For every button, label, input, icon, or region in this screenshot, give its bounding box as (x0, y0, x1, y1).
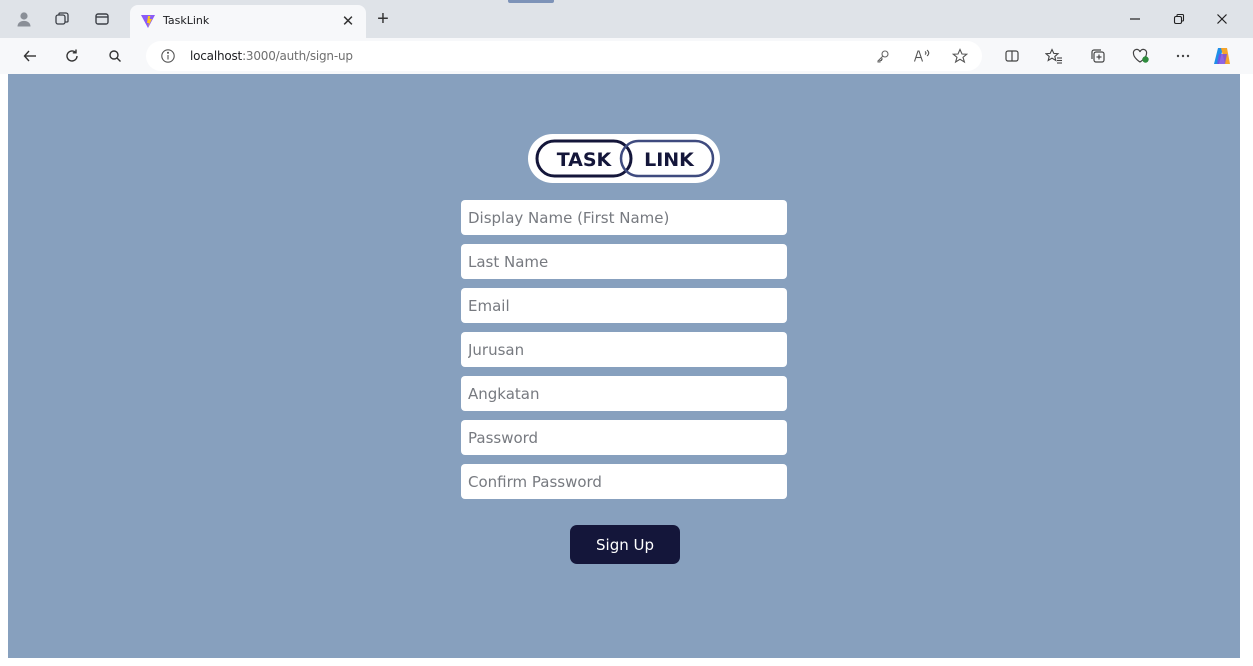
key-icon[interactable] (873, 46, 893, 66)
tasklink-logo: TASK LINK (527, 133, 721, 184)
close-icon[interactable]: ✕ (338, 11, 358, 31)
profile-icon[interactable] (14, 9, 34, 29)
password-field[interactable] (461, 420, 787, 455)
window-close-icon[interactable] (1207, 8, 1237, 30)
tab-strip-indicator (508, 0, 554, 3)
logo-link-text: LINK (644, 149, 695, 171)
logo-task-text: TASK (557, 149, 613, 171)
refresh-icon[interactable] (62, 46, 82, 66)
back-icon[interactable] (20, 46, 40, 66)
collections-icon[interactable] (1088, 46, 1108, 66)
last-name-field[interactable] (461, 244, 787, 279)
url-text[interactable]: localhost:3000/auth/sign-up (190, 49, 353, 63)
workspaces-icon[interactable] (52, 9, 72, 29)
info-icon[interactable] (160, 48, 176, 64)
sign-up-button[interactable]: Sign Up (570, 525, 680, 564)
read-aloud-icon[interactable] (912, 46, 932, 66)
more-icon[interactable] (1173, 46, 1193, 66)
display-name-field[interactable] (461, 200, 787, 235)
tab-actions-icon[interactable] (92, 9, 112, 29)
minimize-icon[interactable] (1120, 8, 1150, 30)
browser-tab-bar: TaskLink ✕ + (0, 0, 1253, 38)
angkatan-field[interactable] (461, 376, 787, 411)
copilot-icon[interactable] (1212, 46, 1232, 66)
vite-favicon (140, 13, 156, 29)
tab-tasklink[interactable]: TaskLink ✕ (130, 5, 366, 38)
url-path: :3000/auth/sign-up (242, 49, 353, 63)
favorites-icon[interactable] (1044, 46, 1064, 66)
jurusan-field[interactable] (461, 332, 787, 367)
new-tab-icon[interactable]: + (372, 8, 394, 30)
address-bar[interactable]: localhost:3000/auth/sign-up (146, 41, 982, 71)
email-field[interactable] (461, 288, 787, 323)
browser-essentials-icon[interactable] (1131, 46, 1151, 66)
confirm-password-field[interactable] (461, 464, 787, 499)
signup-page: TASK LINK Sign Up (8, 74, 1240, 658)
signup-form (461, 200, 787, 508)
split-screen-icon[interactable] (1002, 46, 1022, 66)
url-host: localhost (190, 49, 243, 63)
browser-toolbar: localhost:3000/auth/sign-up (0, 38, 1253, 74)
tab-title: TaskLink (163, 14, 210, 27)
favorite-star-icon[interactable] (950, 46, 970, 66)
restore-icon[interactable] (1164, 8, 1194, 30)
search-icon[interactable] (105, 46, 125, 66)
